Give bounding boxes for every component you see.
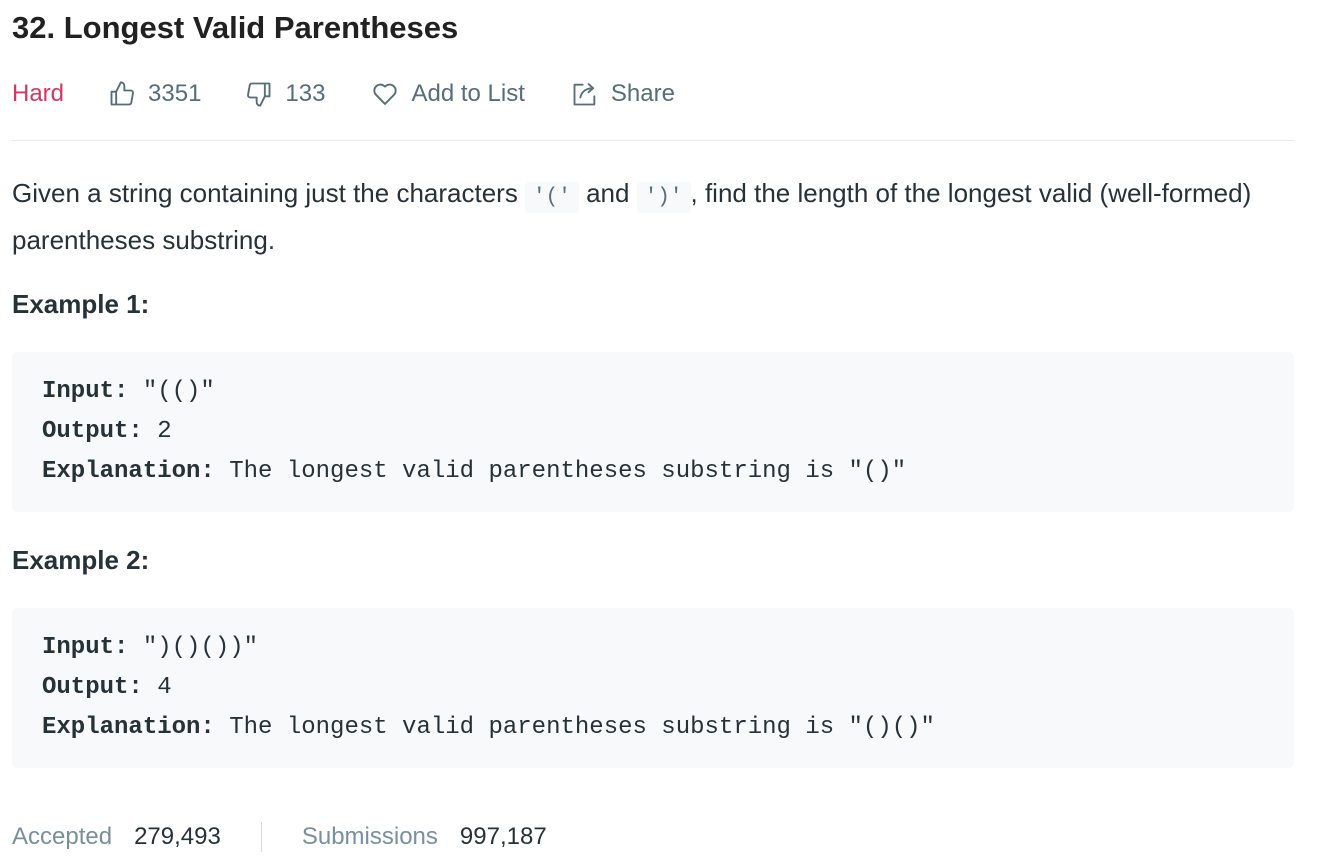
share-icon xyxy=(571,80,599,108)
inline-code-open-paren: '(' xyxy=(525,182,579,213)
thumbs-up-icon xyxy=(108,80,136,108)
difficulty-label: Hard xyxy=(12,80,65,107)
thumbs-down-icon xyxy=(245,80,273,108)
example-explanation-line: Explanation: The longest valid parenthes… xyxy=(42,708,1264,748)
input-value: ")()())" xyxy=(128,634,259,661)
explanation-label: Explanation: xyxy=(42,714,215,741)
accepted-label: Accepted xyxy=(12,823,113,850)
description-text: Given a string containing just the chara… xyxy=(12,178,526,208)
example-input-line: Input: "(()" xyxy=(42,372,1264,412)
dislikes-count: 133 xyxy=(285,80,326,107)
problem-description: Given a string containing just the chara… xyxy=(12,172,1294,261)
heart-icon xyxy=(371,80,399,108)
example-1-title: Example 1: xyxy=(12,289,150,319)
submission-stats: Accepted 279,493 Submissions 997,187 xyxy=(12,818,547,856)
example-explanation-line: Explanation: The longest valid parenthes… xyxy=(42,452,1264,492)
submissions-value: 997,187 xyxy=(459,823,547,850)
input-label: Input: xyxy=(42,378,129,405)
example-output-line: Output: 2 xyxy=(42,412,1264,452)
input-label: Input: xyxy=(42,634,129,661)
example-input-line: Input: ")()())" xyxy=(42,628,1264,668)
stats-divider xyxy=(260,822,262,852)
add-to-list-button[interactable]: Add to List xyxy=(371,80,525,108)
dislike-button[interactable]: 133 xyxy=(245,80,325,108)
share-button[interactable]: Share xyxy=(571,80,675,108)
problem-title: 32. Longest Valid Parentheses xyxy=(12,10,459,45)
output-label: Output: xyxy=(42,418,143,445)
problem-meta-bar: Hard 3351 133 Add to List Share xyxy=(12,76,675,112)
output-value: 4 xyxy=(142,674,172,701)
description-text: and xyxy=(578,178,637,208)
output-label: Output: xyxy=(42,674,143,701)
add-to-list-label: Add to List xyxy=(411,80,525,107)
input-value: "(()" xyxy=(128,378,215,405)
example-2-title: Example 2: xyxy=(12,545,150,575)
inline-code-close-paren: ')' xyxy=(636,182,691,213)
explanation-value: The longest valid parentheses substring … xyxy=(214,714,935,741)
explanation-value: The longest valid parentheses substring … xyxy=(214,458,907,485)
example-1-code-block: Input: "(()" Output: 2 Explanation: The … xyxy=(12,352,1294,512)
explanation-label: Explanation: xyxy=(42,458,215,485)
submissions-label: Submissions xyxy=(301,823,438,850)
share-label: Share xyxy=(610,80,675,107)
accepted-value: 279,493 xyxy=(134,823,221,850)
output-value: 2 xyxy=(142,418,172,445)
example-2-code-block: Input: ")()())" Output: 4 Explanation: T… xyxy=(12,608,1294,768)
example-output-line: Output: 4 xyxy=(42,668,1264,708)
like-button[interactable]: 3351 xyxy=(108,80,201,108)
likes-count: 3351 xyxy=(148,80,202,107)
divider xyxy=(12,140,1294,141)
